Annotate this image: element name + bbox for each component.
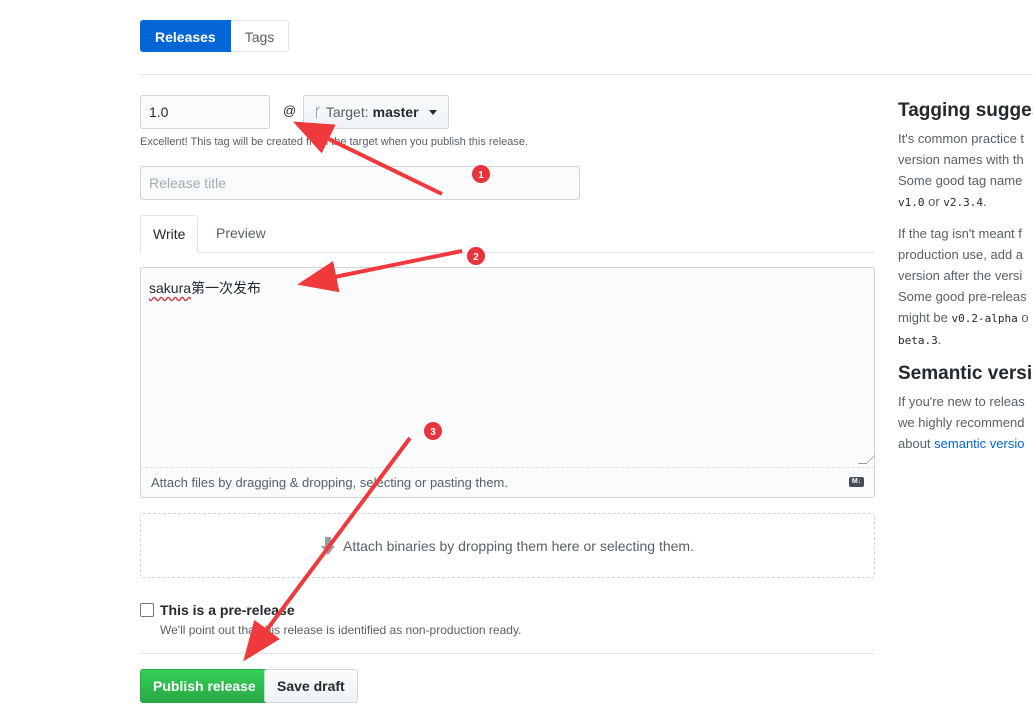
text-or: or	[924, 194, 944, 209]
tab-tags[interactable]: Tags	[230, 20, 290, 52]
tag-hint: Excellent! This tag will be created from…	[140, 136, 529, 148]
text-line: Some good pre-releas	[898, 289, 1027, 304]
release-description-textarea[interactable]: sakura第一次发布	[140, 267, 876, 467]
code-beta: beta.3	[898, 334, 938, 347]
text-line: Some good tag name	[898, 173, 1023, 188]
text-dot: .	[983, 194, 987, 209]
attach-files-bar[interactable]: Attach files by dragging & dropping, sel…	[140, 467, 875, 498]
content-prefix: sakura	[149, 280, 192, 296]
target-value: master	[372, 104, 419, 120]
divider	[140, 653, 875, 654]
editor-tabs: Write Preview	[140, 215, 875, 253]
text-or: o	[1017, 310, 1029, 325]
content-rest: 第一次发布	[191, 280, 262, 296]
text-line: It's common practice t	[898, 131, 1025, 146]
text-dot: .	[937, 332, 942, 347]
prerelease-paragraph: If the tag isn't meant f production use,…	[898, 223, 1033, 351]
prerelease-note: We'll point out that this release is ide…	[160, 623, 522, 637]
semver-link[interactable]: semantic versio	[934, 436, 1024, 451]
svg-text:2: 2	[473, 252, 479, 263]
tab-preview[interactable]: Preview	[204, 215, 278, 252]
semantic-versioning-title: Semantic versio	[898, 363, 1033, 384]
tab-write[interactable]: Write	[140, 215, 199, 253]
divider	[140, 74, 1033, 75]
text-line: If the tag isn't meant f	[898, 226, 1022, 241]
tab-releases[interactable]: Releases	[140, 20, 231, 52]
attach-files-hint: Attach files by dragging & dropping, sel…	[151, 475, 508, 490]
resize-grip-icon[interactable]	[857, 455, 876, 464]
tagging-suggestions-title: Tagging sugges	[898, 100, 1033, 121]
code-alpha: v0.2-alpha	[951, 312, 1018, 325]
prerelease-label[interactable]: This is a pre-release	[160, 602, 295, 618]
tag-version-input[interactable]: 1.0	[140, 95, 270, 129]
text-line: version names with th	[898, 152, 1024, 167]
markdown-icon[interactable]: M↓	[849, 477, 864, 487]
releases-tags-tabnav: Releases Tags	[140, 20, 290, 52]
target-label: Target:	[325, 104, 369, 120]
binaries-text: Attach binaries by dropping them here or…	[343, 537, 694, 554]
branch-icon: ᚴ	[314, 104, 322, 120]
prerelease-checkbox[interactable]	[140, 603, 154, 617]
target-branch-button[interactable]: ᚴ Target: master	[303, 95, 449, 129]
semver-paragraph: If you're new to releas we highly recomm…	[898, 391, 1033, 454]
text-line: production use, add a	[898, 247, 1024, 262]
text-line: version after the versi	[898, 268, 1023, 283]
text-line: we highly recommend	[898, 415, 1025, 430]
text-line: If you're new to releas	[898, 394, 1025, 409]
save-draft-button[interactable]: Save draft	[264, 669, 358, 703]
tagging-paragraph: It's common practice t version names wit…	[898, 128, 1033, 213]
release-title-input[interactable]: Release title	[140, 166, 580, 200]
text-line: might be	[898, 310, 952, 325]
caret-down-icon	[428, 109, 437, 115]
at-sign: @	[283, 103, 297, 118]
publish-release-button[interactable]: Publish release	[140, 669, 269, 703]
download-arrow-icon	[321, 536, 335, 555]
binaries-dropzone[interactable]: Attach binaries by dropping them here or…	[140, 513, 875, 578]
code-v2: v2.3.4	[943, 196, 984, 209]
sidebar-help: Tagging sugges It's common practice t ve…	[898, 98, 1033, 464]
text-line: about	[898, 436, 935, 451]
code-v1: v1.0	[898, 196, 925, 209]
